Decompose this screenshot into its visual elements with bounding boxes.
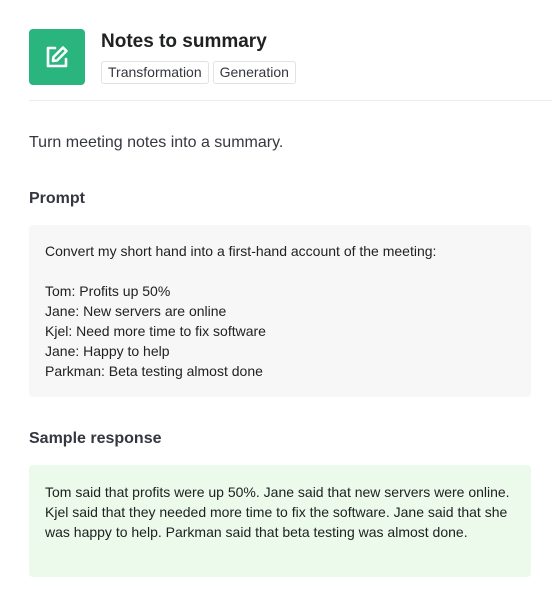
- tag-transformation[interactable]: Transformation: [101, 61, 209, 84]
- prompt-line: Jane: Happy to help: [45, 343, 170, 359]
- tag-list: Transformation Generation: [101, 61, 296, 84]
- prompt-line: Kjel: Need more time to fix software: [45, 323, 266, 339]
- prompt-line: Parkman: Beta testing almost done: [45, 363, 263, 379]
- prompt-line: Tom: Profits up 50%: [45, 283, 171, 299]
- sample-response-heading: Sample response: [29, 430, 162, 447]
- app-icon-tile: [29, 29, 85, 85]
- example-header: Notes to summary Transformation Generati…: [29, 29, 552, 85]
- example-page: Notes to summary Transformation Generati…: [0, 0, 552, 605]
- prompt-line: [45, 261, 515, 281]
- page-title: Notes to summary: [101, 31, 267, 52]
- sample-response-text: Tom said that profits were up 50%. Jane …: [45, 484, 510, 540]
- example-description: Turn meeting notes into a summary.: [29, 134, 284, 151]
- edit-icon: [46, 46, 68, 68]
- prompt-box: Convert my short hand into a first-hand …: [29, 225, 531, 397]
- prompt-line: Jane: New servers are online: [45, 303, 227, 319]
- prompt-heading: Prompt: [29, 190, 85, 207]
- sample-response-box: Tom said that profits were up 50%. Jane …: [29, 465, 531, 577]
- tag-generation[interactable]: Generation: [212, 61, 296, 84]
- header-divider: [29, 100, 552, 101]
- prompt-line: Convert my short hand into a first-hand …: [45, 243, 437, 259]
